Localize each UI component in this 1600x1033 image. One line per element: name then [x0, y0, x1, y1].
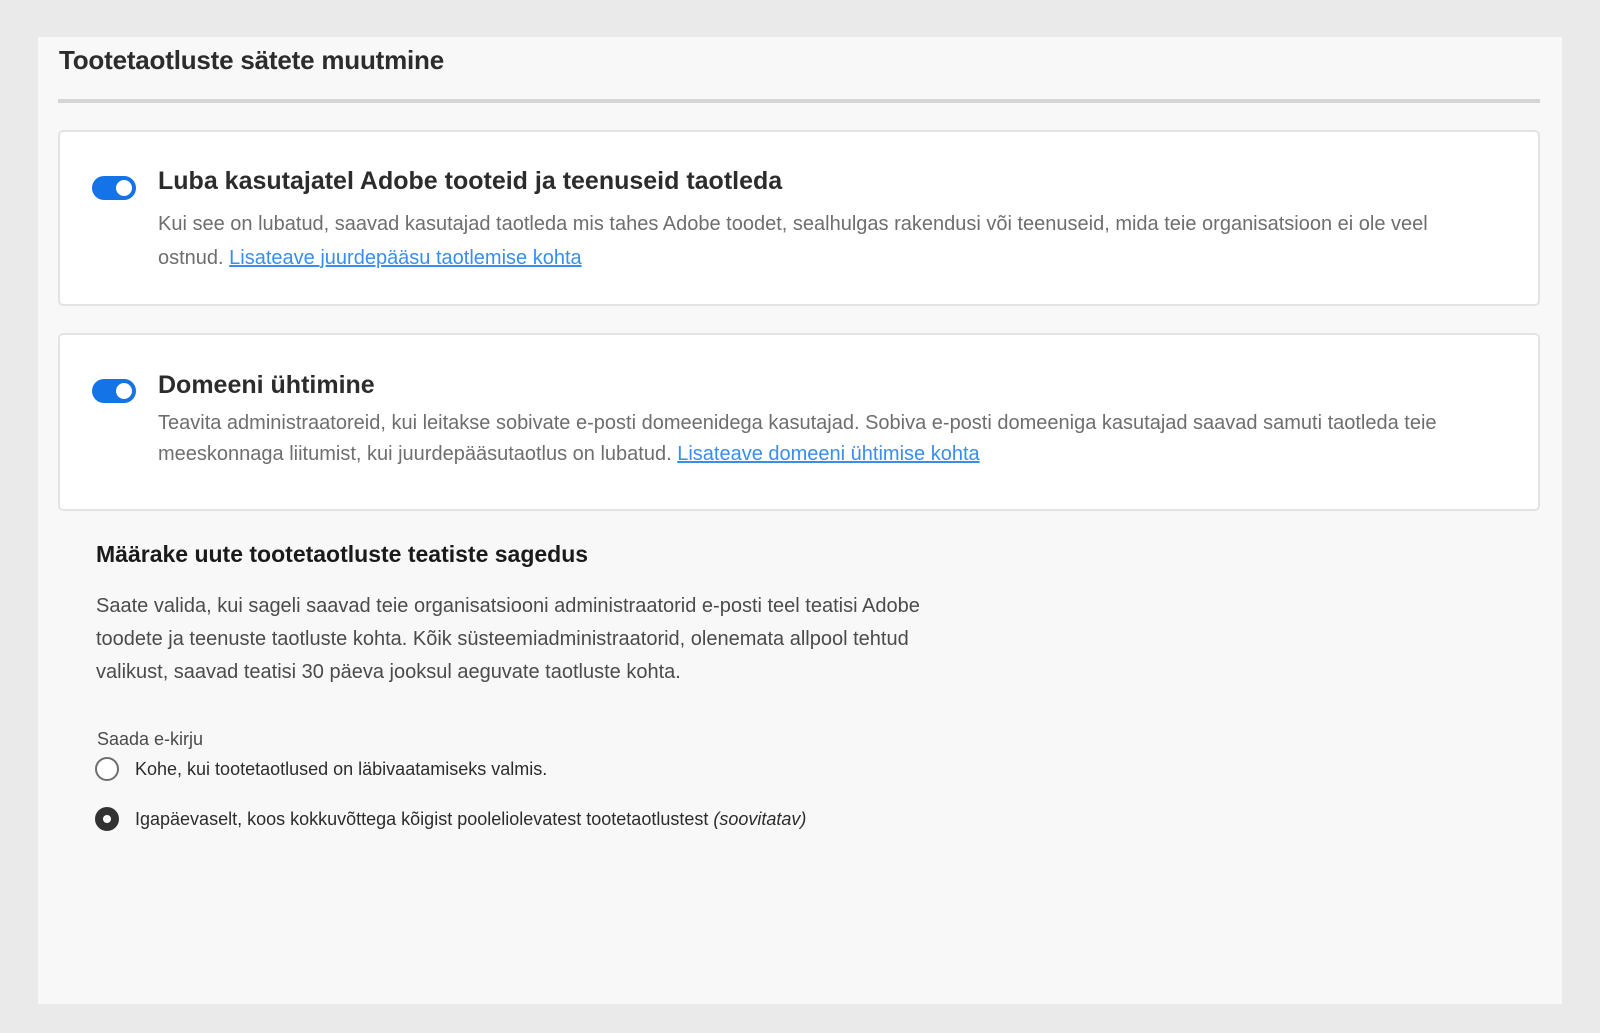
domain-matching-toggle[interactable] — [92, 379, 136, 403]
settings-panel: Tootetaotluste sätete muutmine Luba kasu… — [38, 37, 1562, 1004]
radio-button-unchecked[interactable] — [95, 757, 119, 781]
page-title: Tootetaotluste sätete muutmine — [59, 45, 445, 75]
radio-button-checked[interactable] — [95, 807, 119, 831]
domain-matching-description: Teavita administraatoreid, kui leitakse … — [158, 408, 1498, 470]
access-request-title: Luba kasutajatel Adobe tooteid ja teenus… — [158, 167, 783, 195]
access-request-card: Luba kasutajatel Adobe tooteid ja teenus… — [58, 130, 1540, 306]
radio-option-daily[interactable]: Igapäevaselt, koos kokkuvõttega kõigist … — [95, 807, 806, 831]
recommended-note: (soovitatav) — [713, 808, 807, 829]
access-request-description: Kui see on lubatud, saavad kasutajad tao… — [158, 207, 1498, 275]
notification-frequency-heading: Määrake uute tootetaotluste teatiste sag… — [96, 541, 589, 567]
domain-matching-title: Domeeni ühtimine — [158, 371, 375, 399]
toggle-knob — [116, 180, 132, 196]
send-email-label: Saada e-kirju — [97, 729, 204, 749]
radio-option-immediately[interactable]: Kohe, kui tootetaotlused on läbivaatamis… — [95, 757, 547, 781]
domain-matching-card: Domeeni ühtimine Teavita administraatore… — [58, 333, 1540, 511]
radio-option-text: Igapäevaselt, koos kokkuvõttega kõigist … — [135, 808, 709, 829]
radio-option-text: Kohe, kui tootetaotlused on läbivaatamis… — [135, 758, 548, 779]
access-request-toggle[interactable] — [92, 176, 136, 200]
notification-frequency-description: Saate valida, kui sageli saavad teie org… — [96, 595, 920, 683]
access-request-learn-more-link[interactable]: Lisateave juurdepääsu taotlemise kohta — [229, 247, 581, 269]
title-divider — [58, 99, 1540, 103]
toggle-knob — [116, 383, 132, 399]
radio-option-label: Igapäevaselt, koos kokkuvõttega kõigist … — [135, 809, 806, 830]
radio-option-label: Kohe, kui tootetaotlused on läbivaatamis… — [135, 759, 547, 780]
domain-matching-learn-more-link[interactable]: Lisateave domeeni ühtimise kohta — [677, 443, 979, 465]
